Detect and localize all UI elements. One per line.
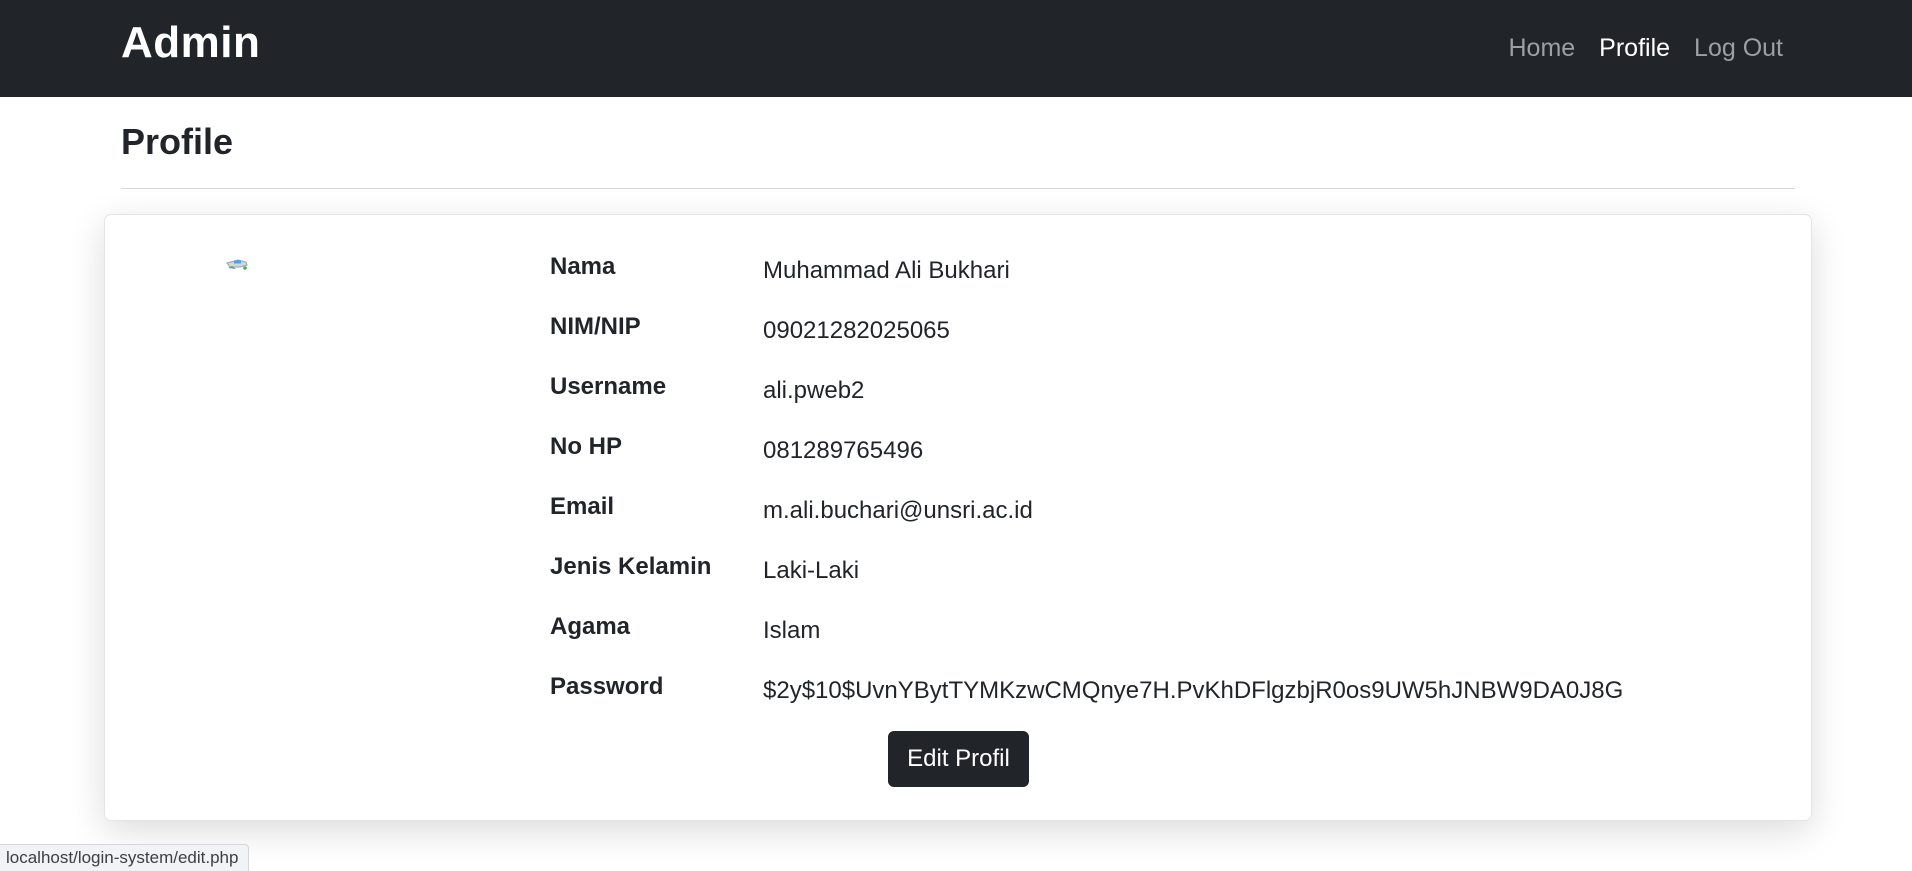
profile-card: Nama Muhammad Ali Bukhari NIM/NIP 090212… <box>104 214 1812 821</box>
value-no-hp: 081289765496 <box>763 437 924 464</box>
label-jenis-kelamin: Jenis Kelamin <box>550 553 712 580</box>
nav-links: Home Profile Log Out <box>1508 34 1783 63</box>
page-title: Profile <box>121 121 234 162</box>
label-email: Email <box>550 493 615 520</box>
status-bar-url: localhost/login-system/edit.php <box>0 844 250 871</box>
value-nim-nip: 09021282025065 <box>763 317 950 344</box>
value-email: m.ali.buchari@unsri.ac.id <box>763 497 1033 524</box>
value-password: $2y$10$UvnYBytTYMKzwCMQnye7H.PvKhDFlgzbj… <box>763 677 1624 704</box>
value-username: ali.pweb2 <box>763 377 865 404</box>
value-jenis-kelamin: Laki-Laki <box>763 557 860 584</box>
brand-title[interactable]: Admin <box>121 18 260 68</box>
title-divider <box>121 188 1795 189</box>
label-nim-nip: NIM/NIP <box>550 313 641 340</box>
nav-link-home[interactable]: Home <box>1508 34 1575 63</box>
value-agama: Islam <box>763 617 821 644</box>
nav-link-logout[interactable]: Log Out <box>1694 34 1783 63</box>
label-no-hp: No HP <box>550 433 622 460</box>
label-password: Password <box>550 673 664 700</box>
edit-profile-button[interactable]: Edit Profil <box>888 731 1029 787</box>
label-agama: Agama <box>550 613 631 640</box>
label-username: Username <box>550 373 667 400</box>
label-nama: Nama <box>550 253 616 280</box>
broken-image-icon <box>224 255 250 273</box>
navbar: Admin Home Profile Log Out <box>0 0 1912 97</box>
value-nama: Muhammad Ali Bukhari <box>763 257 1010 284</box>
nav-link-profile[interactable]: Profile <box>1599 34 1670 63</box>
